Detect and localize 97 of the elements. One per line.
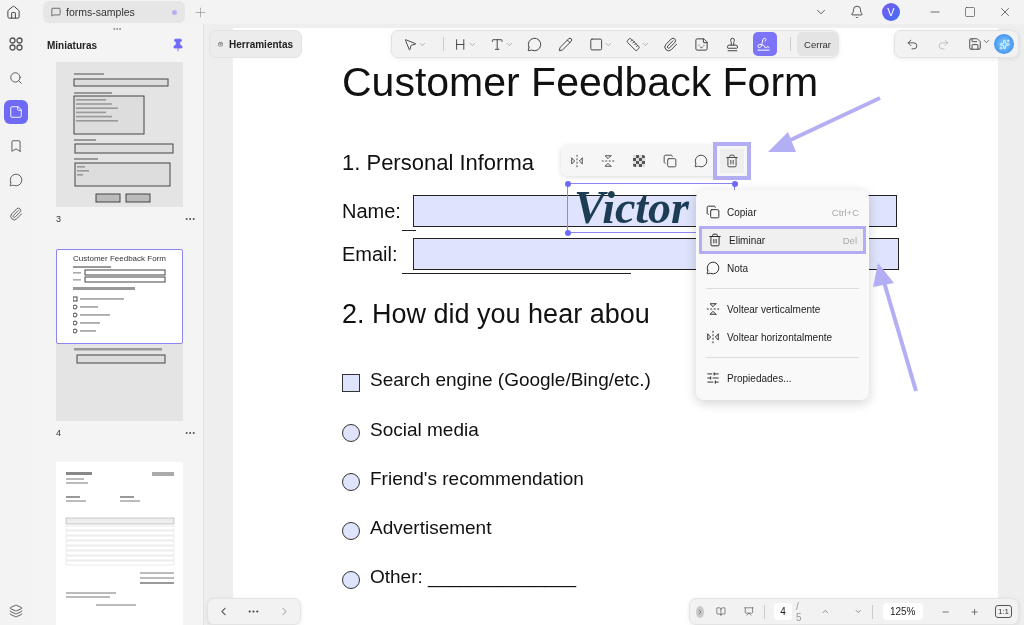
copy-icon xyxy=(663,153,677,168)
checkerboard-icon xyxy=(633,154,645,167)
pointer-icon xyxy=(403,36,418,52)
menu-item[interactable]: Eliminar Del xyxy=(699,226,866,254)
actual-size-button[interactable]: 1:1 xyxy=(994,605,1012,618)
note-icon xyxy=(694,153,708,168)
page-thumbnail[interactable] xyxy=(56,462,183,625)
document-tab[interactable]: forms-samples xyxy=(43,1,185,23)
sliders-icon xyxy=(706,371,720,385)
sparkle-icon xyxy=(998,38,1010,50)
chevron-right-icon xyxy=(696,607,704,616)
flip-vertical-icon xyxy=(601,153,615,168)
option-label: Other: ______________ xyxy=(370,566,576,588)
save-button[interactable] xyxy=(968,37,991,51)
radio-button[interactable] xyxy=(342,473,360,491)
text-icon xyxy=(490,36,505,52)
stamp-icon xyxy=(725,36,741,52)
shortcut-text: Del xyxy=(842,234,857,246)
redo-icon xyxy=(937,37,950,51)
comment-icon xyxy=(527,36,543,52)
search-icon xyxy=(9,71,23,85)
menu-item[interactable]: Voltear verticalmente xyxy=(700,295,865,323)
option-label: Advertisement xyxy=(370,517,492,539)
undo-button[interactable] xyxy=(906,37,919,51)
save-icon xyxy=(968,37,982,51)
close-icon[interactable] xyxy=(998,5,1012,19)
flip-horizontal-icon xyxy=(706,330,720,344)
menu-label: Eliminar xyxy=(729,234,766,246)
collapse-button[interactable] xyxy=(696,605,704,618)
notification-icon[interactable] xyxy=(850,5,864,19)
book-icon[interactable] xyxy=(716,604,726,619)
page-number: 4 xyxy=(56,427,61,438)
pin-icon[interactable] xyxy=(171,38,185,53)
field-label: Name: xyxy=(342,199,401,223)
undo-icon xyxy=(906,37,919,51)
thumbnail-title: Customer Feedback Form xyxy=(73,253,167,263)
checkbox[interactable] xyxy=(342,374,360,392)
flip-horizontal-icon xyxy=(570,153,584,168)
paperclip-icon xyxy=(663,36,679,52)
caret-icon xyxy=(982,37,991,46)
note-icon xyxy=(706,261,720,275)
panel-title: Miniaturas xyxy=(47,39,98,51)
menu-item[interactable]: Voltear horizontalmente xyxy=(700,323,865,351)
page-count: / 5 xyxy=(795,600,803,623)
menu-label: Voltear verticalmente xyxy=(727,303,821,315)
tool-button[interactable] xyxy=(753,32,778,56)
section-heading: 2. How did you hear abou xyxy=(342,298,650,331)
pencil-icon xyxy=(558,36,574,52)
flip-vertical-icon xyxy=(706,302,720,316)
home-icon[interactable] xyxy=(6,4,21,20)
option-label: Social media xyxy=(370,419,479,441)
trash-icon xyxy=(708,233,722,247)
page-thumbnail[interactable]: Customer Feedback Form xyxy=(56,248,183,421)
document-icon xyxy=(51,7,61,17)
zoom-field[interactable]: 125% xyxy=(882,603,923,620)
sidebar-button[interactable] xyxy=(4,100,28,124)
layers-icon xyxy=(9,604,23,618)
radio-button[interactable] xyxy=(342,571,360,589)
square-icon xyxy=(589,36,604,52)
bookmark-icon xyxy=(9,139,23,153)
presentation-icon[interactable] xyxy=(743,604,754,619)
comment-icon xyxy=(9,173,23,187)
fill-in-line xyxy=(402,229,416,231)
menu-label: Voltear horizontalmente xyxy=(727,331,833,343)
tools-button[interactable]: Herramientas xyxy=(209,30,302,58)
section-heading: 1. Personal Informa xyxy=(342,149,534,177)
menu-label: Propiedades... xyxy=(727,372,792,384)
tab-title: forms-samples xyxy=(66,6,136,18)
shortcut-text: Ctrl+C xyxy=(831,206,859,218)
signature-icon xyxy=(756,36,772,52)
menu-label: Nota xyxy=(727,262,749,274)
resize-handle[interactable] xyxy=(564,229,571,236)
page-thumbnail[interactable] xyxy=(56,62,183,208)
field-label: Email: xyxy=(342,242,398,266)
signature: Victor xyxy=(574,182,690,234)
trash-icon xyxy=(725,153,739,168)
radio-button[interactable] xyxy=(342,522,360,540)
apps-icon xyxy=(9,37,23,51)
page-icon xyxy=(9,105,23,119)
page-number-field[interactable]: 4 xyxy=(774,603,792,620)
sticker-icon xyxy=(694,36,710,52)
ruler-icon xyxy=(626,36,641,52)
menu-item[interactable]: Nota xyxy=(700,254,865,282)
form-title: Customer Feedback Form xyxy=(342,58,820,106)
menu-item[interactable]: Propiedades... xyxy=(700,364,865,392)
ai-assistant-button[interactable] xyxy=(994,34,1014,54)
resize-handle[interactable] xyxy=(731,180,738,187)
option-label: Friend's recommendation xyxy=(370,468,584,490)
option-label: Search engine (Google/Bing/etc.) xyxy=(370,369,651,391)
resize-handle[interactable] xyxy=(564,180,571,187)
page-number: 3 xyxy=(56,214,61,225)
copy-icon xyxy=(706,205,720,219)
close-tools-button[interactable]: Cerrar xyxy=(797,32,838,56)
paperclip-icon xyxy=(9,207,23,221)
radio-button[interactable] xyxy=(342,424,360,442)
user-avatar[interactable]: V xyxy=(882,3,900,21)
maximize-icon[interactable] xyxy=(964,6,976,18)
